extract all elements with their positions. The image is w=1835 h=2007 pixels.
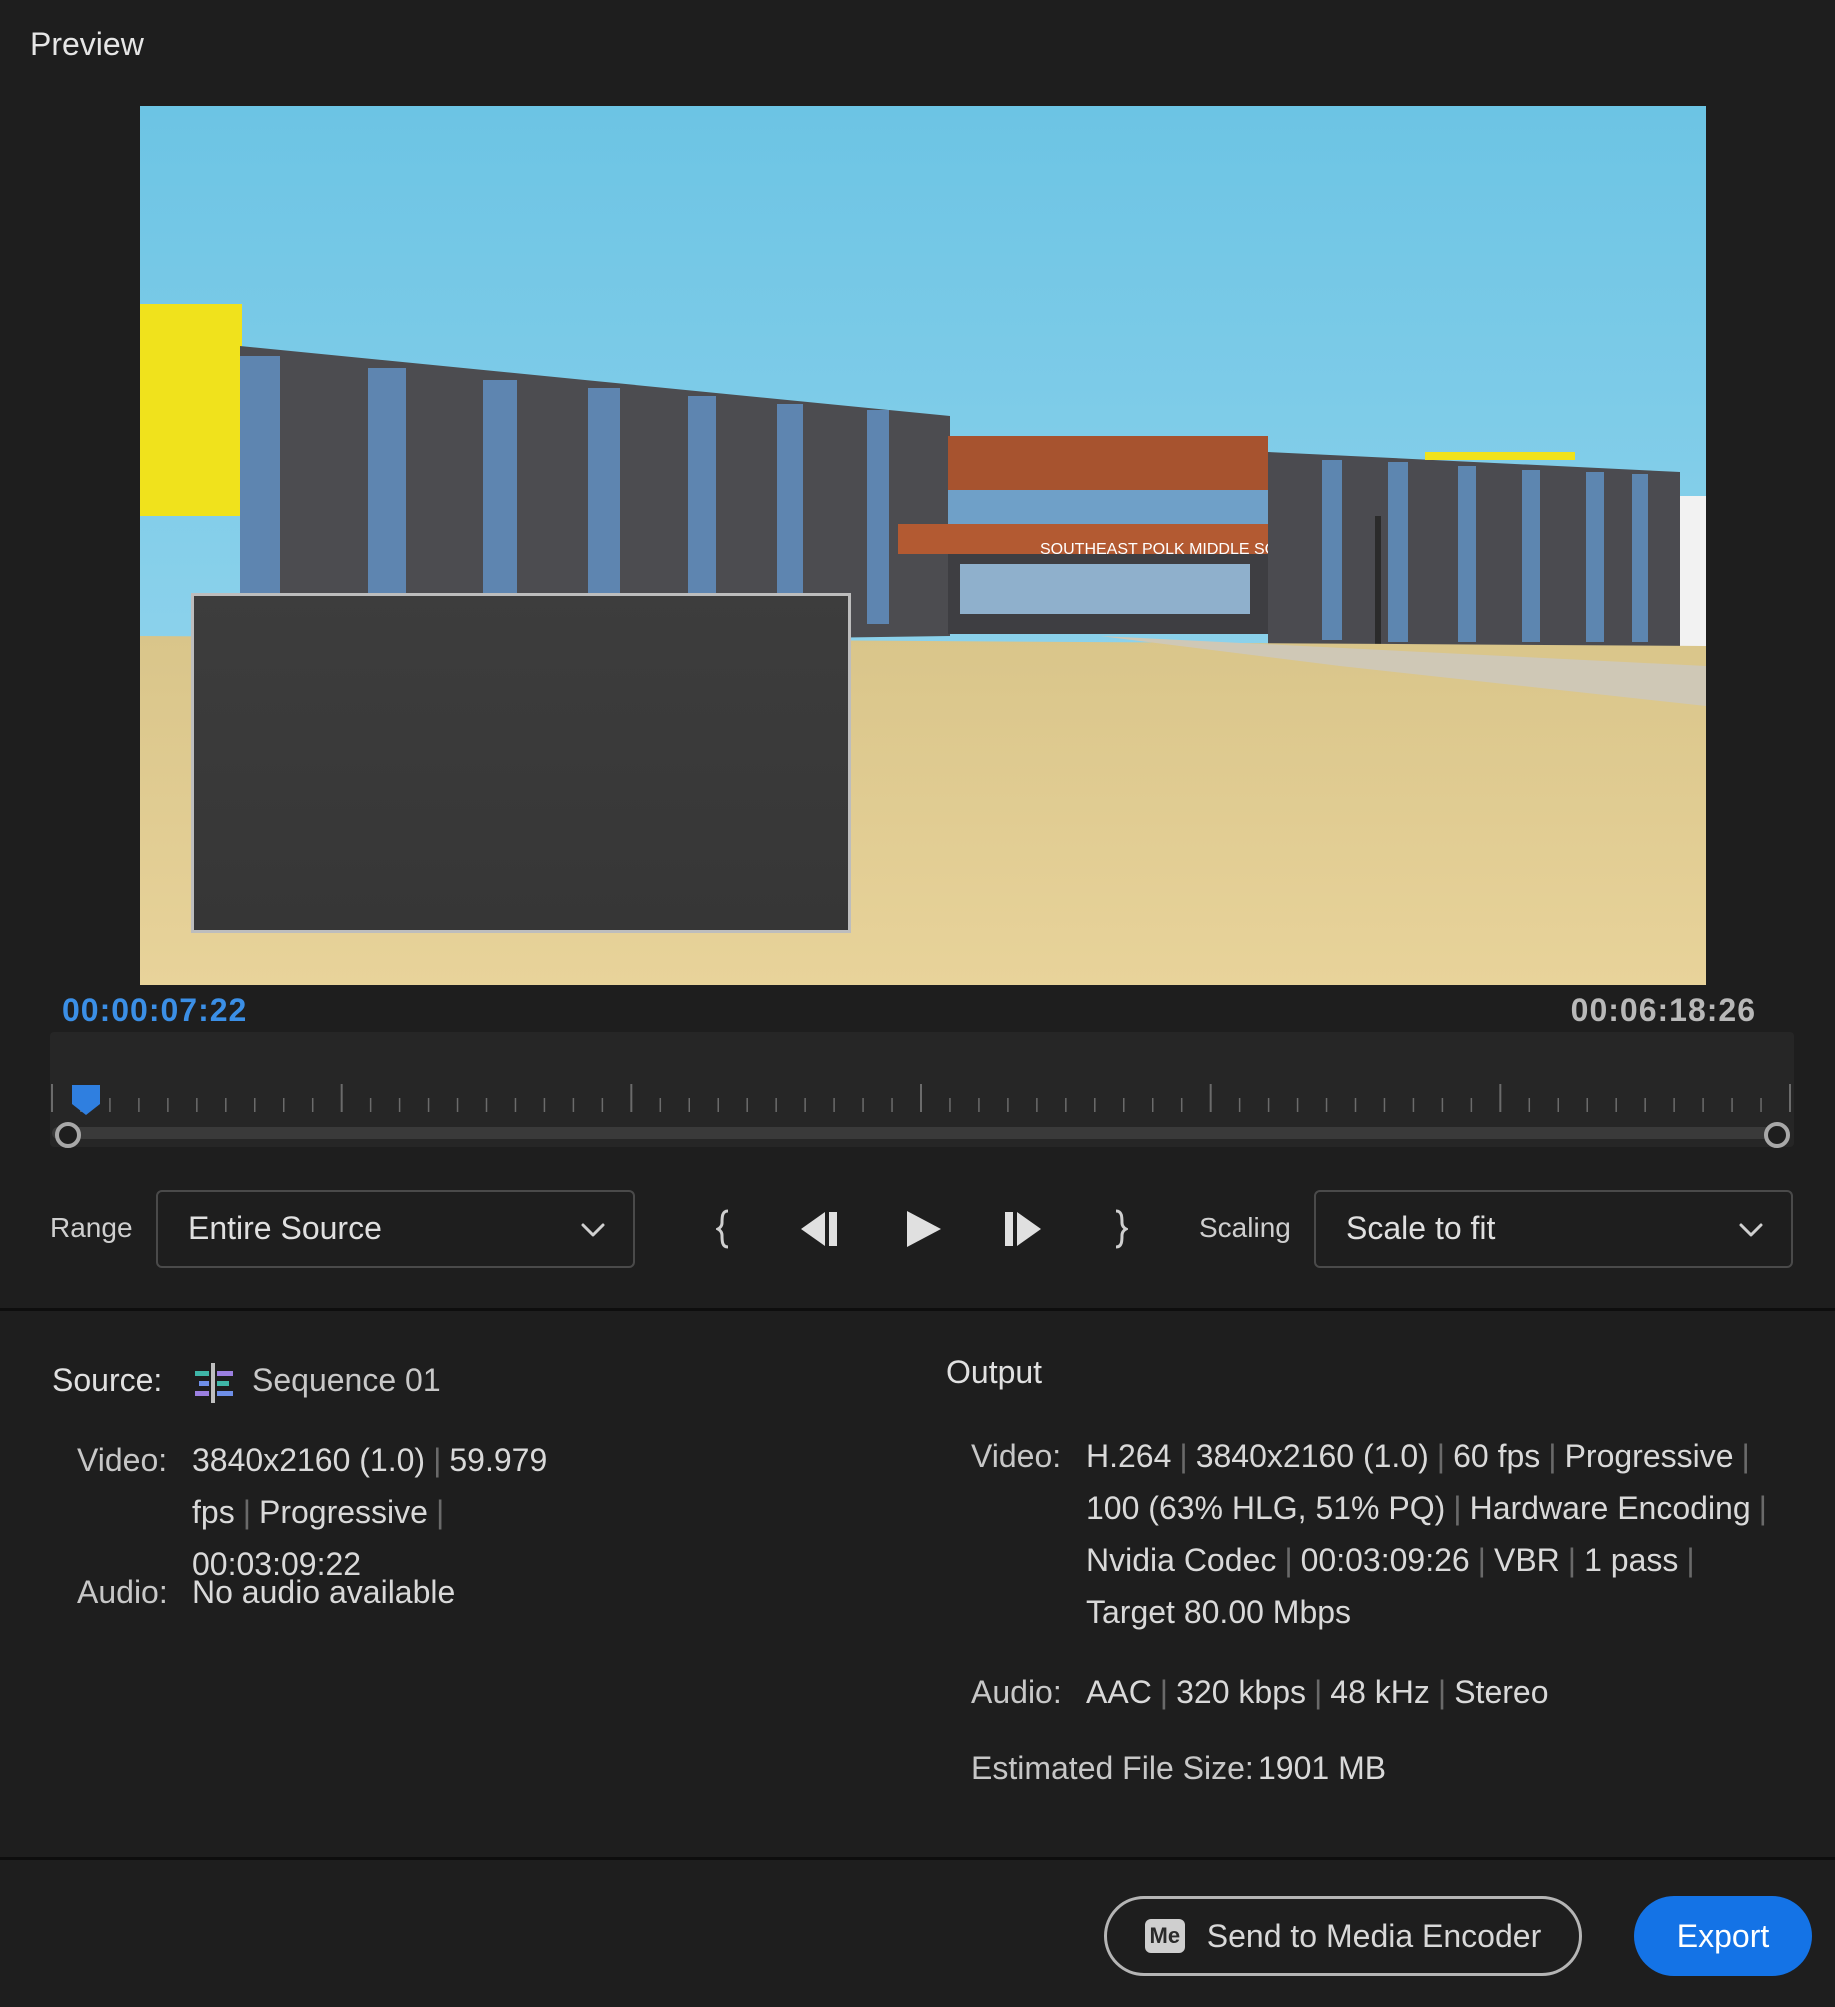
output-audio-bitrate: 320 kbps [1176, 1674, 1306, 1710]
step-forward-button[interactable] [995, 1206, 1045, 1252]
output-audio-samplerate: 48 kHz [1330, 1674, 1430, 1710]
video-preview: SOUTHEAST POLK MIDDLE SCHOOL [140, 106, 1706, 985]
duration-timecode: 00:06:18:26 [1570, 992, 1756, 1028]
output-audio-codec: AAC [1086, 1674, 1152, 1710]
panel-title: Preview [30, 26, 144, 62]
chevron-down-icon [1739, 1223, 1763, 1237]
output-duration: 00:03:09:26 [1300, 1542, 1470, 1578]
step-back-button[interactable] [797, 1206, 847, 1252]
range-out-handle[interactable] [1764, 1122, 1790, 1148]
output-audio-value: AAC | 320 kbps | 48 kHz | Stereo [1086, 1674, 1549, 1710]
scaling-label: Scaling [1199, 1212, 1291, 1243]
send-to-media-encoder-button[interactable]: Me Send to Media Encoder [1104, 1896, 1582, 1976]
output-audio-key: Audio: [971, 1674, 1062, 1710]
output-resolution: 3840x2160 (1.0) [1195, 1438, 1429, 1474]
chevron-down-icon [581, 1223, 605, 1237]
output-target-bitrate: Target 80.00 Mbps [1086, 1594, 1352, 1630]
source-audio-value: No audio available [192, 1574, 456, 1610]
output-scan: Progressive [1564, 1438, 1734, 1474]
play-icon [907, 1211, 941, 1247]
step-back-icon [801, 1212, 837, 1246]
range-dropdown[interactable]: Entire Source [156, 1190, 635, 1268]
sequence-icon [195, 1363, 233, 1403]
output-video-key: Video: [971, 1438, 1062, 1474]
output-quality: 100 (63% HLG, 51% PQ) [1086, 1490, 1446, 1526]
export-button[interactable]: Export [1634, 1896, 1812, 1976]
range-dropdown-value: Entire Source [188, 1210, 382, 1246]
current-timecode[interactable]: 00:00:07:22 [62, 992, 247, 1029]
source-video-scan: Progressive [259, 1494, 428, 1530]
playhead[interactable] [71, 1084, 101, 1116]
source-audio-key: Audio: [77, 1574, 168, 1610]
mark-out-icon [1115, 1209, 1128, 1249]
mark-out-button[interactable] [1108, 1206, 1132, 1252]
range-track[interactable] [52, 1127, 1777, 1139]
divider [0, 1308, 1835, 1311]
timeline-ruler [51, 1084, 1791, 1112]
mark-in-button[interactable] [712, 1206, 736, 1252]
output-fps: 60 fps [1453, 1438, 1541, 1474]
mark-in-icon [716, 1209, 729, 1249]
range-in-handle[interactable] [55, 1122, 81, 1148]
output-encoding: Hardware Encoding [1469, 1490, 1751, 1526]
output-video-value: H.264 | 3840x2160 (1.0) | 60 fps | Progressive… [1086, 1438, 1767, 1630]
output-codec-vendor: Nvidia Codec [1086, 1542, 1277, 1578]
play-button[interactable] [900, 1206, 946, 1252]
divider [0, 1857, 1835, 1860]
output-codec: H.264 [1086, 1438, 1172, 1474]
send-to-media-encoder-label: Send to Media Encoder [1206, 1917, 1542, 1954]
range-label: Range [50, 1212, 133, 1243]
source-video-key: Video: [77, 1442, 168, 1478]
export-label: Export [1676, 1917, 1770, 1954]
output-passes: 1 pass [1584, 1542, 1679, 1578]
output-label: Output [946, 1354, 1043, 1390]
media-encoder-icon: Me [1144, 1919, 1185, 1953]
source-video-resolution: 3840x2160 (1.0) [192, 1442, 426, 1478]
scaling-dropdown-value: Scale to fit [1346, 1210, 1496, 1246]
source-label: Source: [52, 1362, 163, 1398]
scaling-dropdown[interactable]: Scale to fit [1314, 1190, 1793, 1268]
overlay-placeholder [191, 593, 851, 933]
file-size-key: Estimated File Size: [971, 1750, 1254, 1786]
output-bitrate-mode: VBR [1493, 1542, 1560, 1578]
file-size-value: 1901 MB [1258, 1750, 1387, 1786]
sequence-name: Sequence 01 [252, 1362, 441, 1398]
output-audio-channels: Stereo [1454, 1674, 1549, 1710]
step-forward-icon [1005, 1212, 1041, 1246]
